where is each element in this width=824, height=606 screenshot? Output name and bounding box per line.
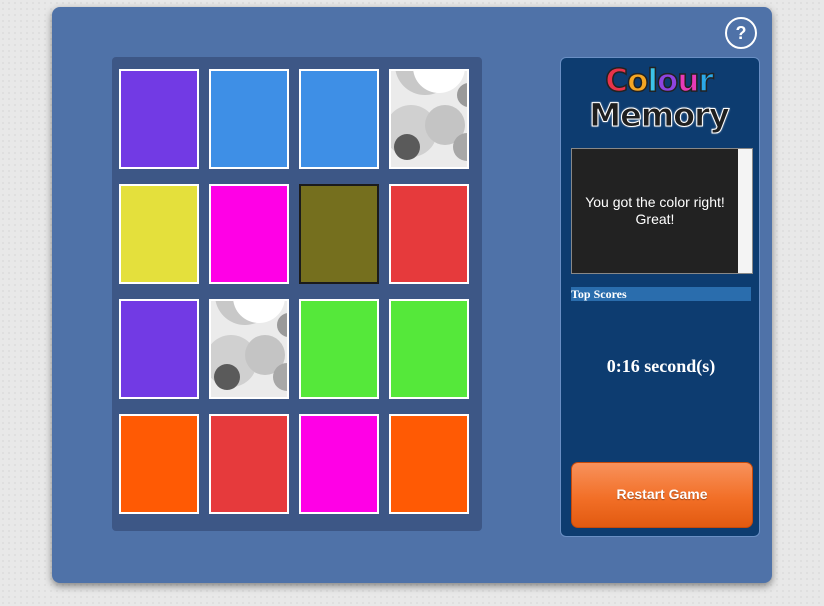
game-window: ? Colour Memory You got the color right!… — [52, 7, 772, 583]
card-blue[interactable] — [209, 69, 289, 169]
card-red[interactable] — [209, 414, 289, 514]
card-red[interactable] — [389, 184, 469, 284]
message-box: You got the color right! Great! — [571, 148, 753, 274]
card-olive[interactable] — [299, 184, 379, 284]
restart-game-button[interactable]: Restart Game — [571, 462, 753, 528]
card-orange[interactable] — [119, 414, 199, 514]
card-magenta[interactable] — [299, 414, 379, 514]
card-green[interactable] — [299, 299, 379, 399]
message-scrollbar[interactable] — [738, 149, 752, 273]
card-purple[interactable] — [119, 69, 199, 169]
card-magenta[interactable] — [209, 184, 289, 284]
timer-display: 0:16 second(s) — [606, 356, 716, 376]
card-green[interactable] — [389, 299, 469, 399]
top-scores-header: Top Scores — [571, 287, 751, 301]
card-face-down[interactable] — [389, 69, 469, 169]
card-blue[interactable] — [299, 69, 379, 169]
card-orange[interactable] — [389, 414, 469, 514]
message-text: You got the color right! Great! — [585, 194, 725, 227]
logo-letter: o — [626, 63, 649, 99]
logo-line-memory: Memory — [589, 96, 731, 134]
logo-line-colour: Colour — [579, 63, 739, 99]
colour-memory-logo: Colour Memory — [579, 62, 739, 136]
logo-letter: C — [605, 63, 629, 99]
side-panel: Colour Memory You got the color right! G… — [560, 57, 760, 537]
logo-letter: o — [656, 63, 679, 99]
help-button[interactable]: ? — [725, 17, 757, 49]
card-board — [112, 57, 482, 531]
logo-letter: l — [647, 63, 659, 99]
logo-letter: r — [698, 63, 715, 99]
card-purple[interactable] — [119, 299, 199, 399]
card-yellow[interactable] — [119, 184, 199, 284]
logo-letter: u — [677, 63, 701, 99]
card-face-down[interactable] — [209, 299, 289, 399]
